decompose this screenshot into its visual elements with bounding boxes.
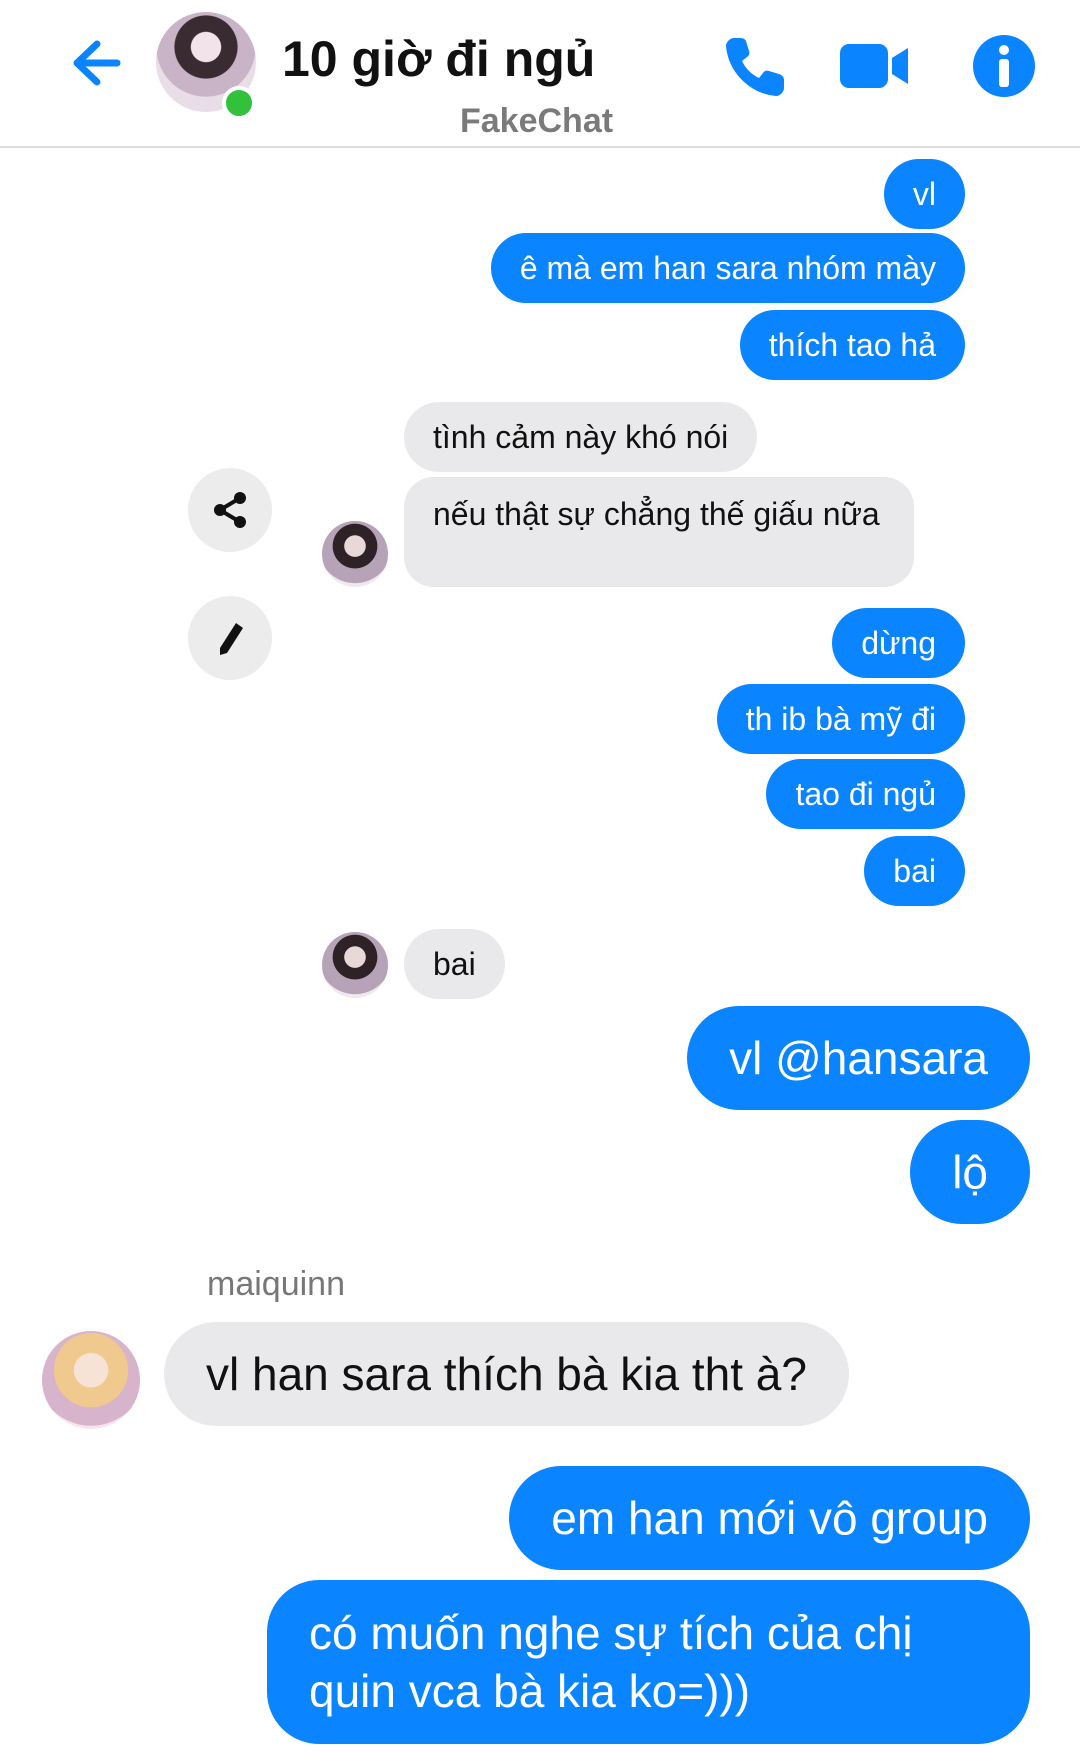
outgoing-message[interactable]: vl @hansara — [687, 1006, 1030, 1110]
pencil-icon — [220, 623, 243, 655]
online-status-dot — [222, 86, 256, 120]
outgoing-message[interactable]: dừng — [832, 608, 965, 678]
outgoing-message[interactable]: vl — [883, 159, 965, 229]
outgoing-message[interactable]: thích tao hả — [739, 310, 965, 380]
incoming-message[interactable]: vl han sara thích bà kia tht à? — [164, 1322, 849, 1426]
edit-button[interactable] — [188, 596, 272, 680]
watermark: FakeChat — [460, 102, 614, 140]
outgoing-message[interactable]: có muốn nghe sự tích của chị quin vca bà… — [267, 1580, 1030, 1744]
contact-avatar[interactable] — [322, 521, 388, 587]
back-arrow-icon[interactable] — [55, 28, 125, 98]
video-camera-icon[interactable] — [836, 28, 912, 104]
incoming-message[interactable]: tình cảm này khó nói — [404, 402, 758, 472]
conversation-title[interactable]: 10 giờ đi ngủ — [282, 30, 595, 88]
phone-icon[interactable] — [718, 28, 794, 104]
chat-header: 10 giờ đi ngủ FakeChat — [0, 0, 1080, 148]
sender-name: maiquinn — [207, 1265, 345, 1303]
outgoing-message[interactable]: th ib bà mỹ đi — [716, 684, 965, 754]
outgoing-message[interactable]: tao đi ngủ — [766, 759, 965, 829]
share-icon — [214, 492, 246, 528]
share-button[interactable] — [188, 468, 272, 552]
incoming-message[interactable]: bai — [404, 929, 505, 999]
outgoing-message[interactable]: ê mà em han sara nhóm mày — [490, 233, 965, 303]
sender-avatar[interactable] — [42, 1331, 140, 1429]
outgoing-message[interactable]: lộ — [910, 1120, 1030, 1224]
outgoing-message[interactable]: em han mới vô group — [509, 1466, 1030, 1570]
incoming-message[interactable]: nếu thật sự chẳng thế giấu nữa — [404, 477, 914, 587]
info-icon[interactable] — [966, 28, 1042, 104]
contact-avatar[interactable] — [322, 932, 388, 998]
outgoing-message[interactable]: bai — [864, 836, 965, 906]
